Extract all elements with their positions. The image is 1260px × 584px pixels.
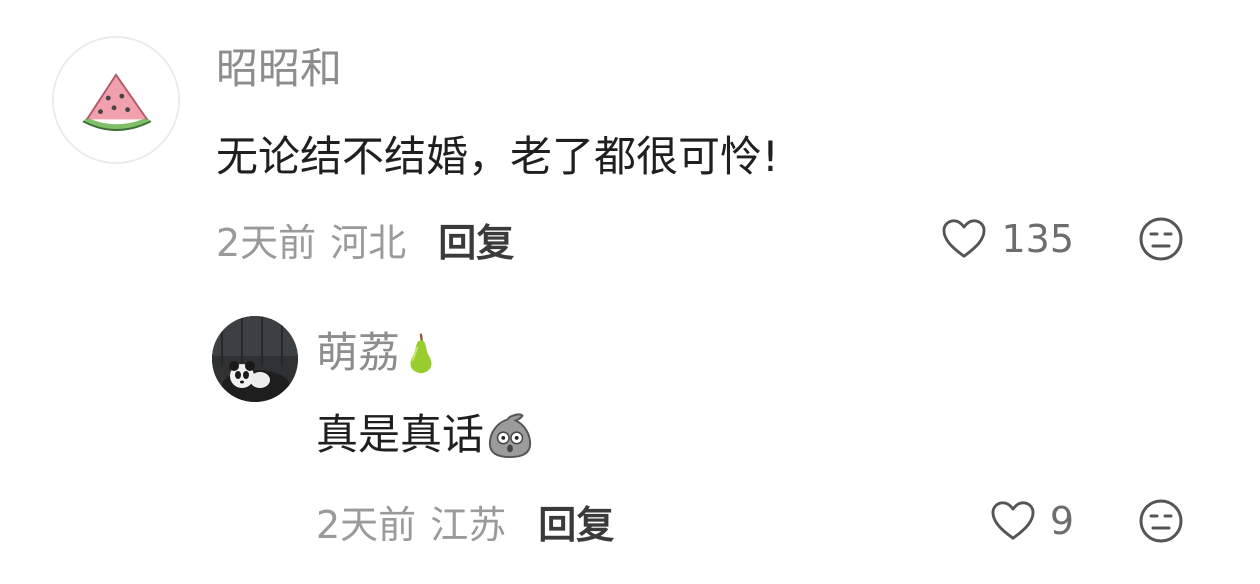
username-text: 萌荔 [316,328,401,377]
comment-text: 无论结不结婚，老了都很可怜! [216,132,779,181]
neutral-face-icon [1139,499,1183,543]
panda-icon [212,316,298,402]
dislike-face-button[interactable] [1138,498,1184,544]
like-button[interactable]: 135 [941,214,1074,264]
reply-button[interactable]: 回复 [538,494,614,549]
pear-icon [410,333,432,373]
dislike-face-button[interactable] [1138,216,1184,262]
avatar[interactable] [52,36,180,164]
comment-text-content: 真是真话 [316,410,485,459]
like-count: 135 [1001,217,1074,261]
heart-icon [942,219,986,258]
comment-meta: 2天前 河北 回复 [216,212,514,267]
avatar[interactable] [212,316,298,402]
username[interactable]: 昭昭和 [216,48,342,90]
location: 河北 [330,220,407,265]
timestamp: 2天前 [316,502,417,547]
comment-meta: 2天前 江苏 回复 [316,494,614,549]
surprised-sack-emoji [488,412,532,458]
like-button[interactable]: 9 [990,496,1074,546]
comment-text: 真是真话 [316,412,534,459]
reply-button[interactable]: 回复 [438,212,514,267]
like-count: 9 [1049,499,1074,543]
watermelon-icon [82,73,152,131]
username[interactable]: 萌荔 [316,332,438,377]
heart-icon [991,501,1035,540]
timestamp: 2天前 [216,220,317,265]
neutral-face-icon [1139,217,1183,261]
location: 江苏 [430,502,507,547]
